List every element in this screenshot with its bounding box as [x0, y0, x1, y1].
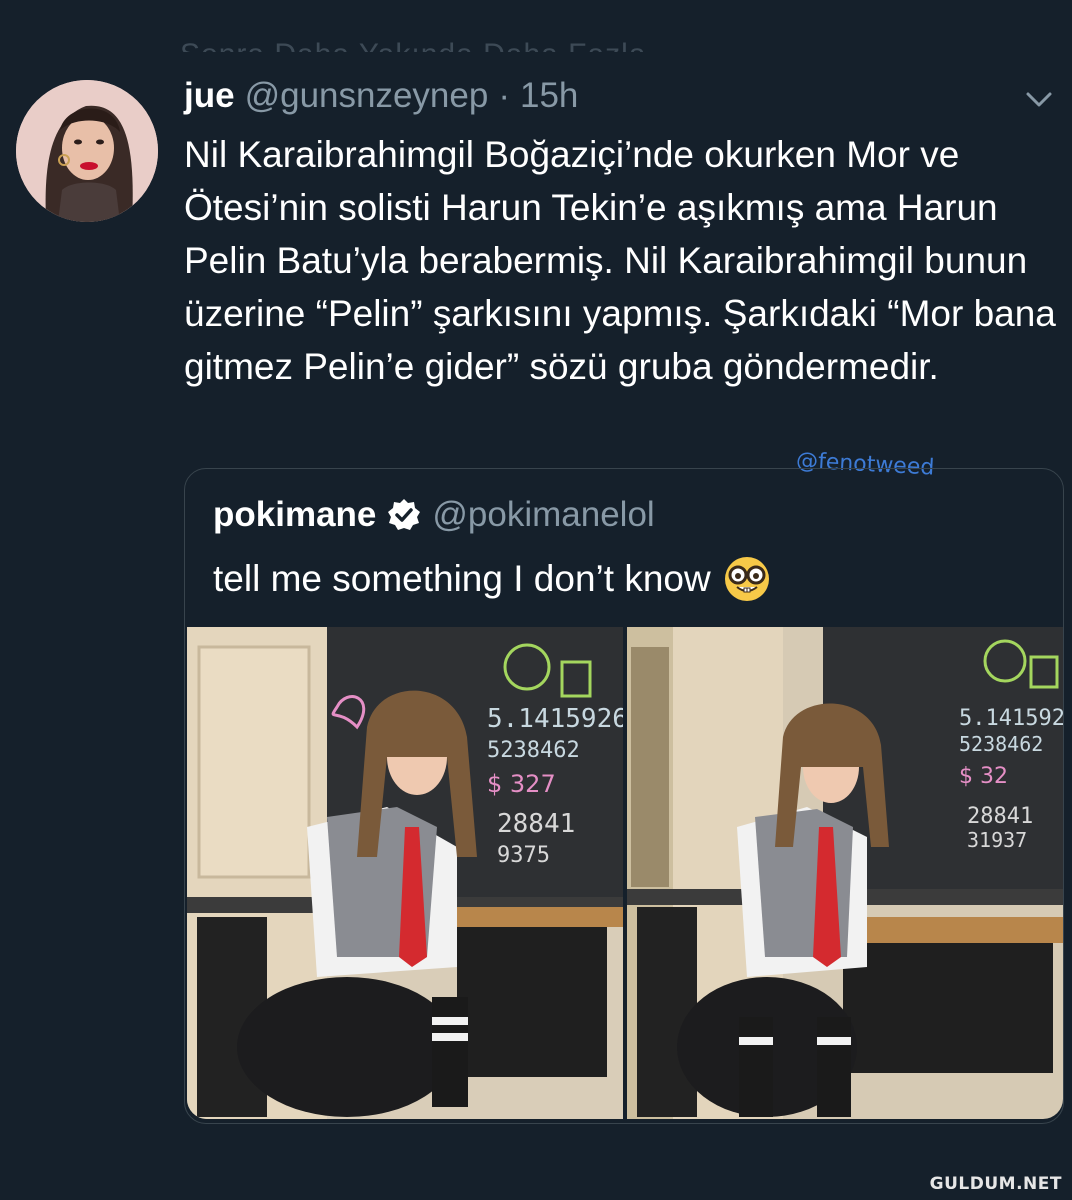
svg-text:5238462: 5238462	[487, 738, 580, 763]
tweet-screenshot: Sonra Daha Yakında Daha Fazla jue @gunsn…	[0, 0, 1072, 1200]
quoted-tweet-text-row: tell me something I don’t know	[213, 555, 771, 603]
tweet-timestamp[interactable]: 15h	[520, 76, 578, 116]
svg-text:$ 327: $ 327	[487, 770, 556, 798]
separator-dot: ·	[498, 76, 510, 115]
quoted-tweet-text: tell me something I don’t know	[213, 558, 711, 599]
author-name[interactable]: jue	[184, 76, 235, 116]
tweet-header: jue @gunsnzeynep · 15h	[184, 76, 578, 122]
quoted-tweet-header: pokimane @pokimanelol	[213, 495, 655, 535]
svg-text:$ 32: $ 32	[959, 764, 1008, 789]
quoted-tweet-card[interactable]: pokimane @pokimanelol tell me something …	[184, 468, 1064, 1124]
svg-text:5.141592: 5.141592	[959, 706, 1063, 731]
svg-text:28841: 28841	[497, 809, 575, 839]
classroom-photo-2[interactable]: 5.141592 5238462 $ 32 28841 31937	[627, 627, 1063, 1119]
previous-tweet-cutoff-text: Sonra Daha Yakında Daha Fazla	[180, 30, 860, 52]
author-handle[interactable]: @gunsnzeynep	[245, 76, 489, 116]
nerd-face-emoji-icon	[723, 555, 771, 603]
verified-badge-icon	[386, 497, 422, 533]
quoted-author-handle[interactable]: @pokimanelol	[432, 495, 654, 535]
tweet-text: Nil Karaibrahimgil Boğaziçi’nde okurken …	[184, 134, 1056, 387]
site-brand-watermark: GULDUM.NET	[929, 1174, 1062, 1194]
svg-text:5.1415926: 5.1415926	[487, 704, 623, 734]
svg-text:5238462: 5238462	[959, 732, 1043, 756]
svg-text:28841: 28841	[967, 804, 1033, 829]
classroom-photo-1[interactable]: 5.1415926 5238462 $ 327 28841 9375	[187, 627, 623, 1119]
user-avatar[interactable]	[16, 80, 158, 222]
chevron-down-icon[interactable]	[1024, 88, 1054, 112]
quoted-author-name[interactable]: pokimane	[213, 495, 376, 535]
svg-text:9375: 9375	[497, 843, 550, 868]
svg-text:31937: 31937	[967, 828, 1027, 852]
